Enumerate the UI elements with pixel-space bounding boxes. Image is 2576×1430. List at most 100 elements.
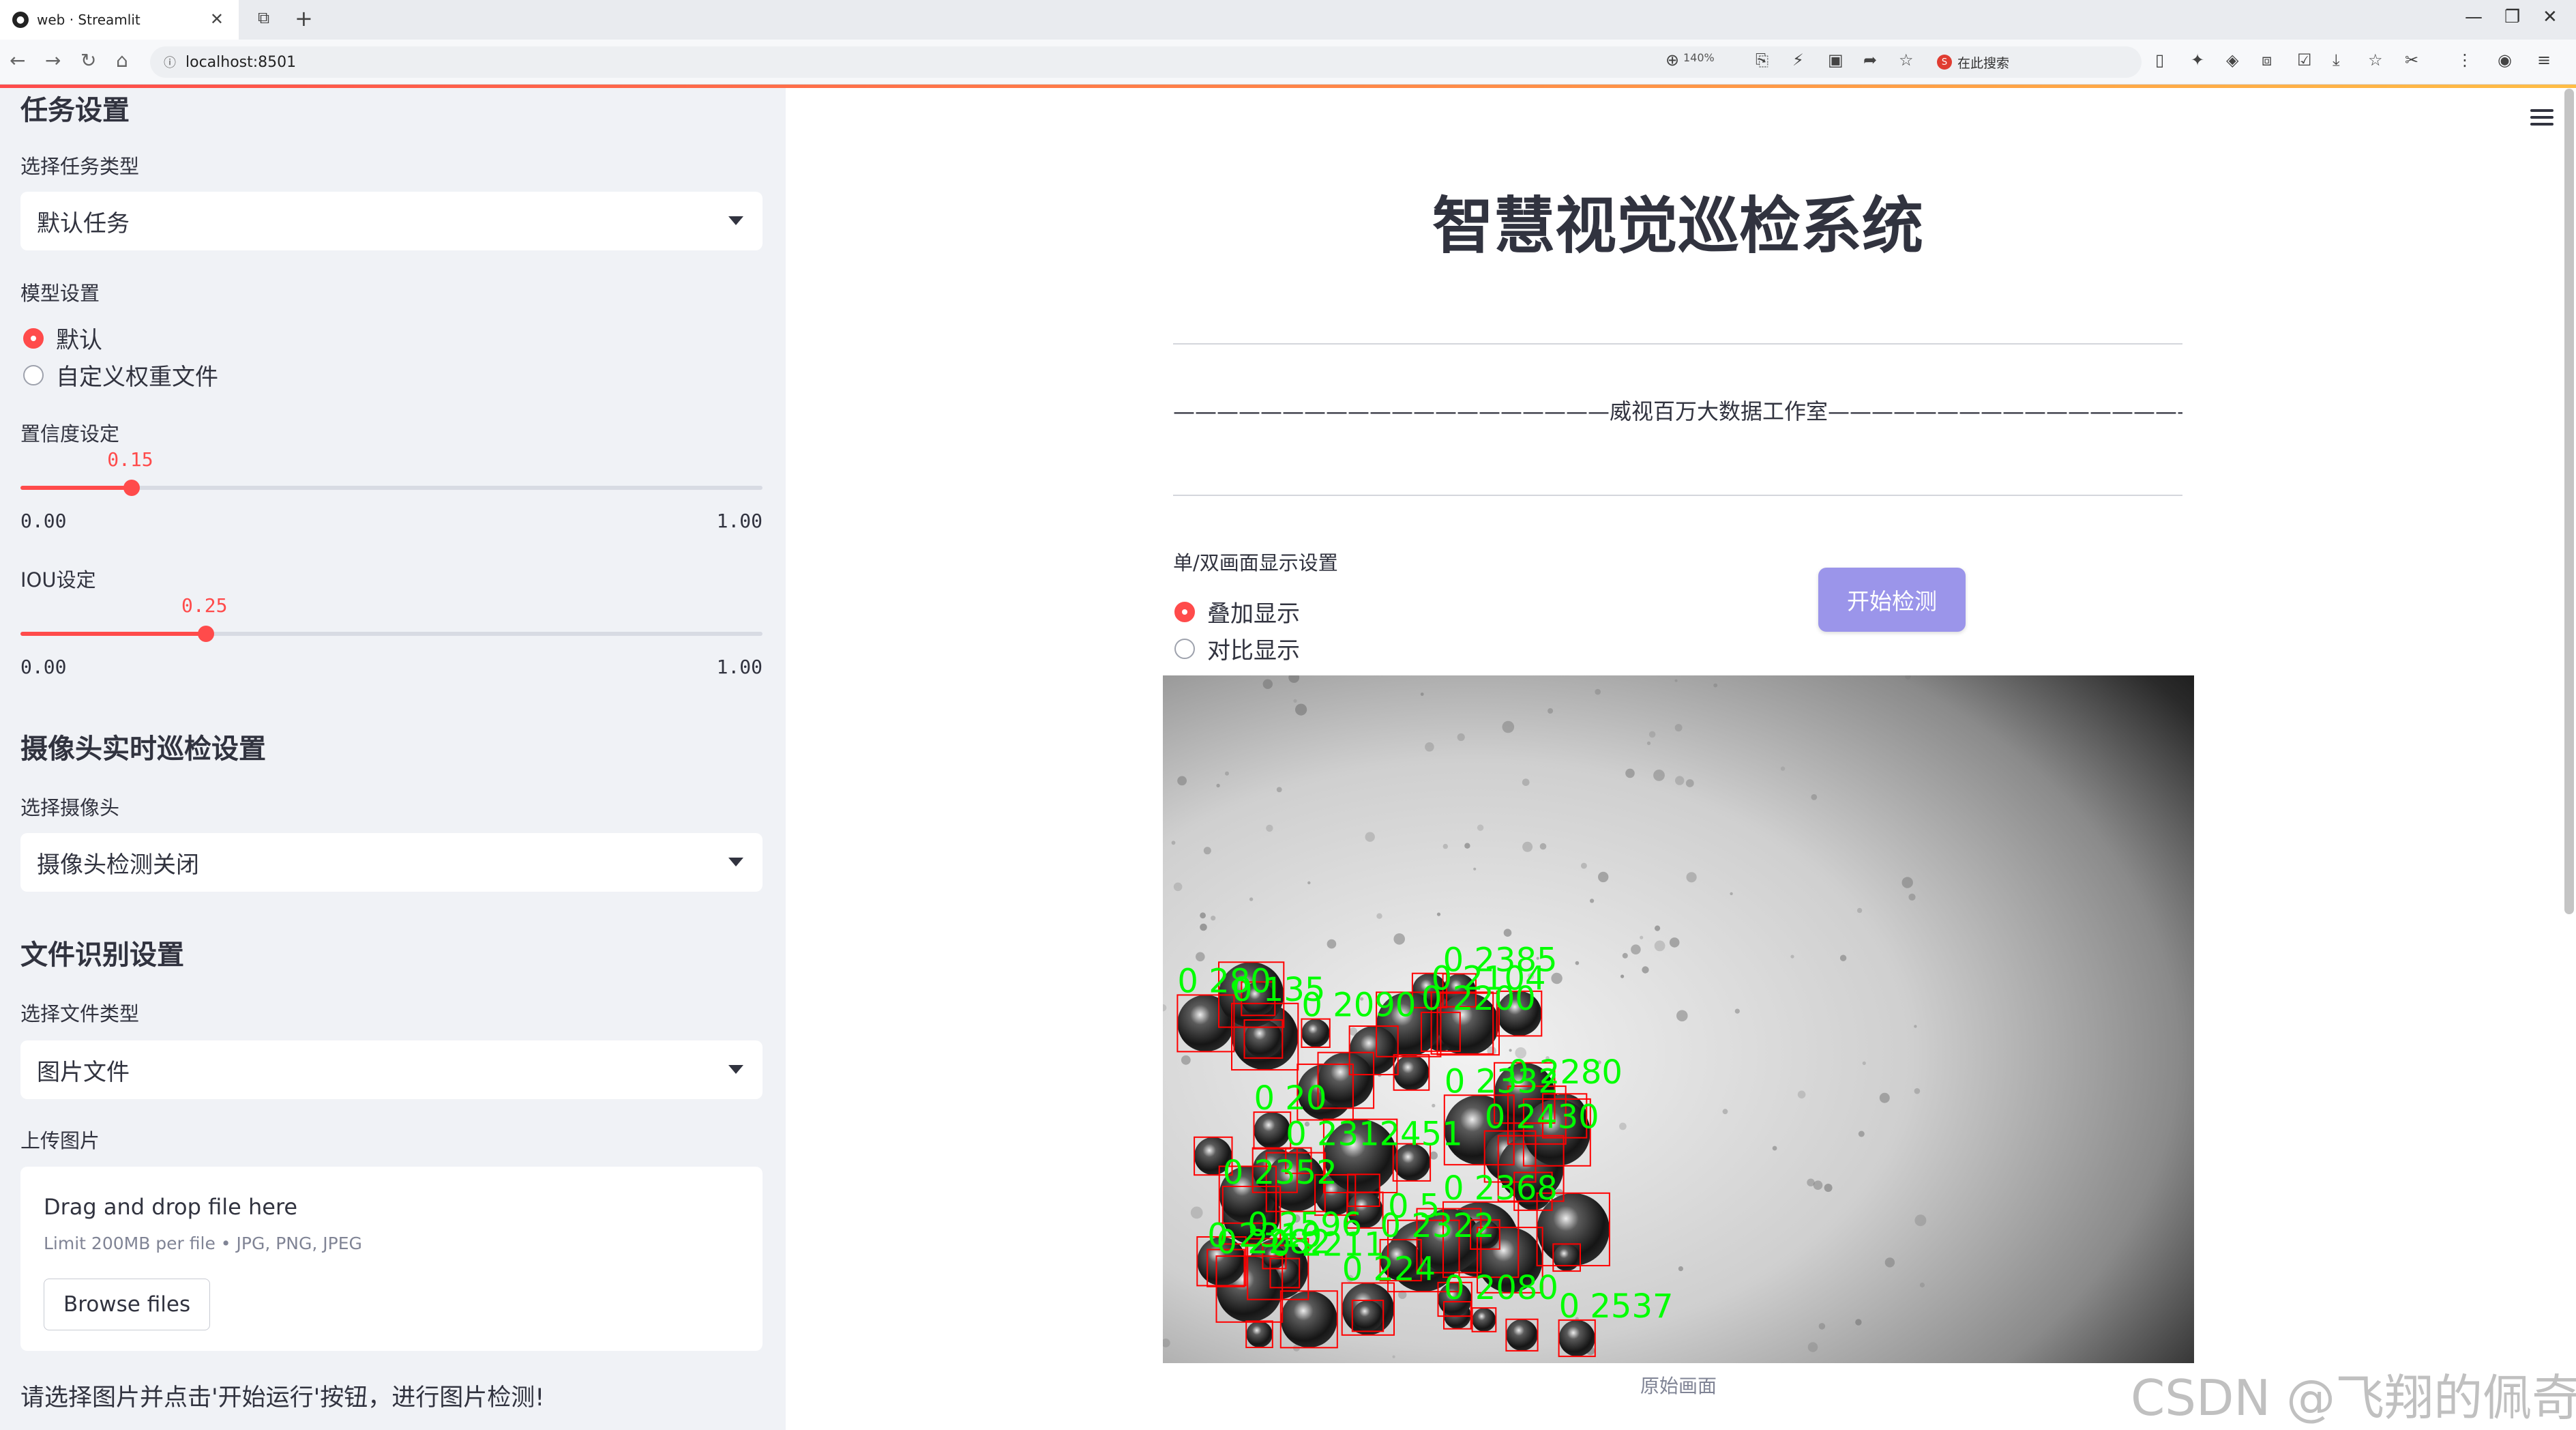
slider-thumb[interactable] — [198, 626, 214, 642]
screenshot-icon[interactable]: ▣ — [1828, 50, 1844, 70]
bubble — [1553, 1244, 1580, 1271]
browse-files-button[interactable]: Browse files — [44, 1279, 211, 1330]
divider — [1173, 343, 2182, 345]
extension-translate-icon[interactable]: ⧈ — [2262, 50, 2272, 70]
lightning-icon[interactable]: ⚡ — [1792, 50, 1804, 70]
speck — [1901, 877, 1913, 888]
studio-banner: ————————————————————威视百万大数据工作室——————————… — [1173, 398, 2182, 424]
bookmark-star-icon[interactable]: ☆ — [1899, 50, 1914, 70]
reload-icon[interactable]: ↻ — [80, 49, 96, 72]
chevron-down-icon — [728, 216, 743, 225]
iou-slider[interactable]: 0.25 0.00 1.00 — [20, 594, 763, 678]
restore-icon[interactable]: ❐ — [2504, 7, 2520, 27]
detection-label: 0 2282 — [1217, 1223, 1331, 1261]
browser-menu-icon[interactable]: ≡ — [2537, 50, 2551, 70]
speck — [1620, 974, 1625, 978]
translate-icon[interactable]: ⎘ — [1756, 50, 1768, 70]
cut-icon[interactable]: ✂ — [2405, 50, 2418, 70]
detection-label: 0 2332 — [1445, 1062, 1559, 1100]
speck — [1855, 1319, 1862, 1326]
search-extension[interactable]: S 在此搜索 — [1937, 49, 2135, 75]
speck — [1595, 688, 1601, 695]
upload-hint: 请选择图片并点击'开始运行'按钮，进行图片检测! — [20, 1384, 545, 1412]
confidence-value: 0.15 — [107, 448, 153, 471]
upload-label: 上传图片 — [20, 1129, 100, 1152]
url-text: localhost:8501 — [186, 53, 297, 71]
back-icon[interactable]: ← — [10, 49, 25, 72]
close-window-icon[interactable]: ✕ — [2543, 7, 2558, 27]
slider-fill — [20, 486, 132, 490]
streamlit-favicon-icon: ● — [12, 12, 29, 28]
forward-icon[interactable]: → — [45, 49, 61, 72]
radio-selected-icon[interactable] — [23, 327, 44, 349]
speck — [1631, 944, 1641, 954]
speck — [1203, 847, 1211, 855]
download-icon[interactable]: ⤓ — [2333, 50, 2340, 70]
task-type-label: 选择任务类型 — [20, 155, 140, 178]
hamburger-menu-icon[interactable] — [2530, 109, 2553, 127]
start-detection-button[interactable]: 开始检测 — [1818, 568, 1966, 632]
radio-unselected-icon[interactable] — [23, 364, 44, 385]
speck — [1678, 1266, 1683, 1272]
speck — [1393, 933, 1405, 945]
speck — [1713, 683, 1718, 688]
file-type-select[interactable]: 图片文件 — [20, 1040, 763, 1099]
extension-puzzle-icon[interactable]: ◈ — [2226, 50, 2238, 70]
camera-select[interactable]: 摄像头检测关闭 — [20, 833, 763, 892]
speck — [1653, 770, 1665, 781]
detection-image: 0 2312451 0 2352 0 2596 0 2280 0 50 2332 0 23… — [1163, 675, 2194, 1363]
speck — [1276, 787, 1282, 793]
radio-selected-icon[interactable] — [1174, 601, 1195, 622]
zoom-icon[interactable]: ⊕ — [1665, 50, 1679, 70]
confidence-label: 置信度设定 — [20, 422, 120, 446]
speck — [1908, 893, 1916, 901]
speck — [1464, 843, 1470, 849]
tab-close-icon[interactable]: ✕ — [210, 10, 224, 29]
speck — [1211, 916, 1216, 921]
page-info-icon[interactable]: ⓘ — [164, 53, 176, 71]
detection-label: 0 2430 — [1485, 1098, 1599, 1137]
phone-icon[interactable]: ▯ — [2155, 50, 2164, 70]
chevron-down-icon — [728, 1065, 743, 1074]
display-option-overlay[interactable]: 叠加显示 — [1174, 595, 1300, 628]
speck — [1858, 1130, 1865, 1137]
extension-ai-icon[interactable]: ✦ — [2191, 50, 2204, 70]
page-scrollbar[interactable] — [2564, 89, 2574, 914]
minimize-icon[interactable]: — — [2465, 7, 2483, 27]
speck — [1676, 1010, 1688, 1022]
speck — [1392, 1355, 1395, 1358]
display-option-compare[interactable]: 对比显示 — [1174, 632, 1300, 665]
home-icon[interactable]: ⌂ — [116, 49, 128, 72]
menu-dots-icon[interactable]: ⋮ — [2457, 50, 2473, 70]
image-caption: 原始画面 — [1640, 1375, 1717, 1397]
radio-unselected-icon[interactable] — [1174, 638, 1195, 659]
bubble — [1506, 1319, 1538, 1351]
speck — [1575, 961, 1580, 965]
model-option-label: 自定义权重文件 — [56, 364, 218, 391]
share-icon[interactable]: ➦ — [1863, 50, 1877, 70]
new-tab-icon[interactable]: + — [295, 5, 313, 31]
file-uploader-dropzone[interactable]: Drag and drop file here Limit 200MB per … — [20, 1167, 763, 1351]
display-mode-label: 单/双画面显示设置 — [1173, 551, 1338, 574]
model-option-default[interactable]: 默认 — [23, 321, 102, 355]
extension-check-icon[interactable]: ☑ — [2297, 50, 2312, 70]
search-engine-logo-icon: S — [1937, 55, 1952, 70]
speck — [1365, 832, 1375, 842]
favorites-icon[interactable]: ☆ — [2368, 50, 2383, 70]
detection-label: 0 2385 — [1443, 941, 1558, 979]
speck — [1181, 1055, 1191, 1065]
speck — [1581, 862, 1587, 869]
speck — [1293, 699, 1297, 703]
slider-max: 1.00 — [716, 656, 763, 678]
profile-avatar-icon[interactable]: ◉ — [2498, 50, 2512, 70]
confidence-slider[interactable]: 0.15 0.00 1.00 — [20, 448, 763, 532]
tab-sidebar-icon[interactable]: ⧉ — [258, 8, 269, 27]
task-section-heading: 任务设置 — [20, 95, 130, 126]
speck — [1730, 892, 1733, 896]
model-option-custom[interactable]: 自定义权重文件 — [23, 358, 218, 392]
bubble — [1352, 1300, 1384, 1332]
camera-section-heading: 摄像头实时巡检设置 — [20, 733, 266, 765]
slider-thumb[interactable] — [123, 480, 140, 496]
task-type-select[interactable]: 默认任务 — [20, 192, 763, 250]
browser-tab[interactable]: ● web · Streamlit ✕ — [0, 0, 239, 40]
